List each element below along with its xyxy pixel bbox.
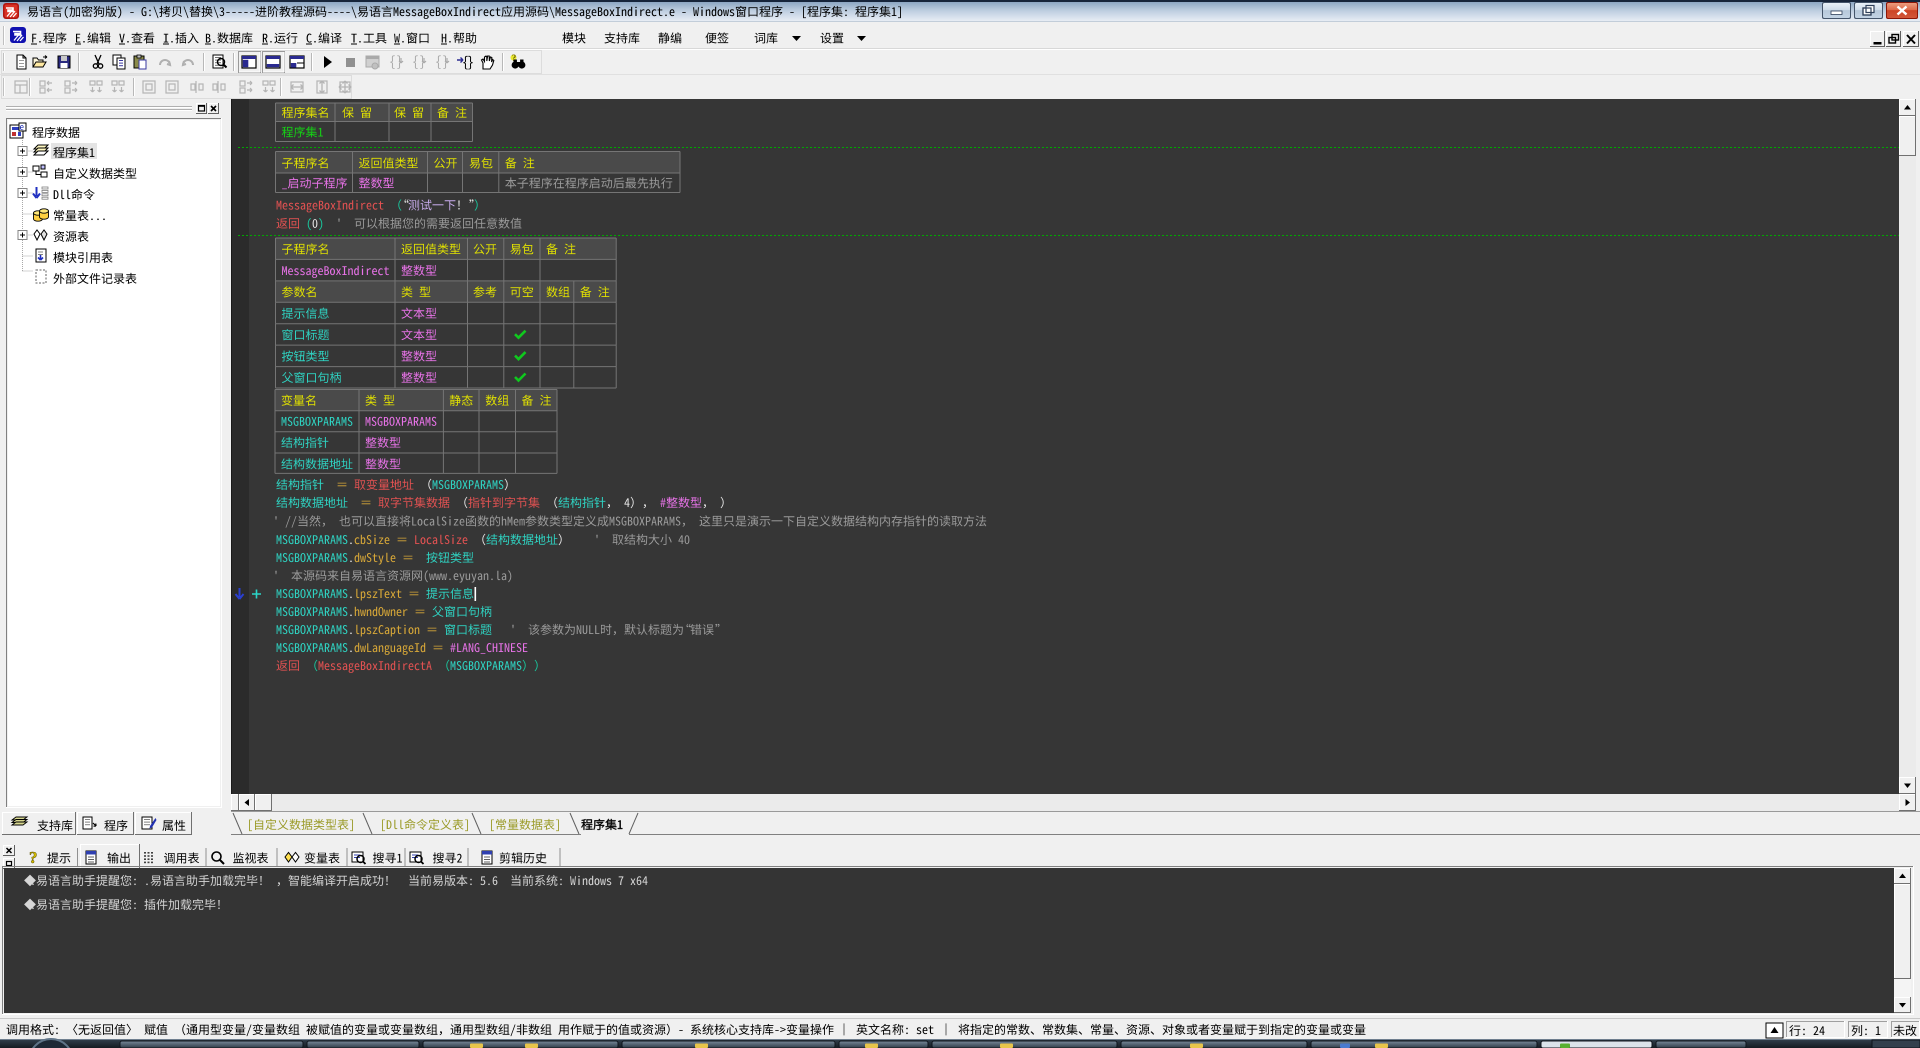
- svg-text:?: ?: [29, 848, 38, 867]
